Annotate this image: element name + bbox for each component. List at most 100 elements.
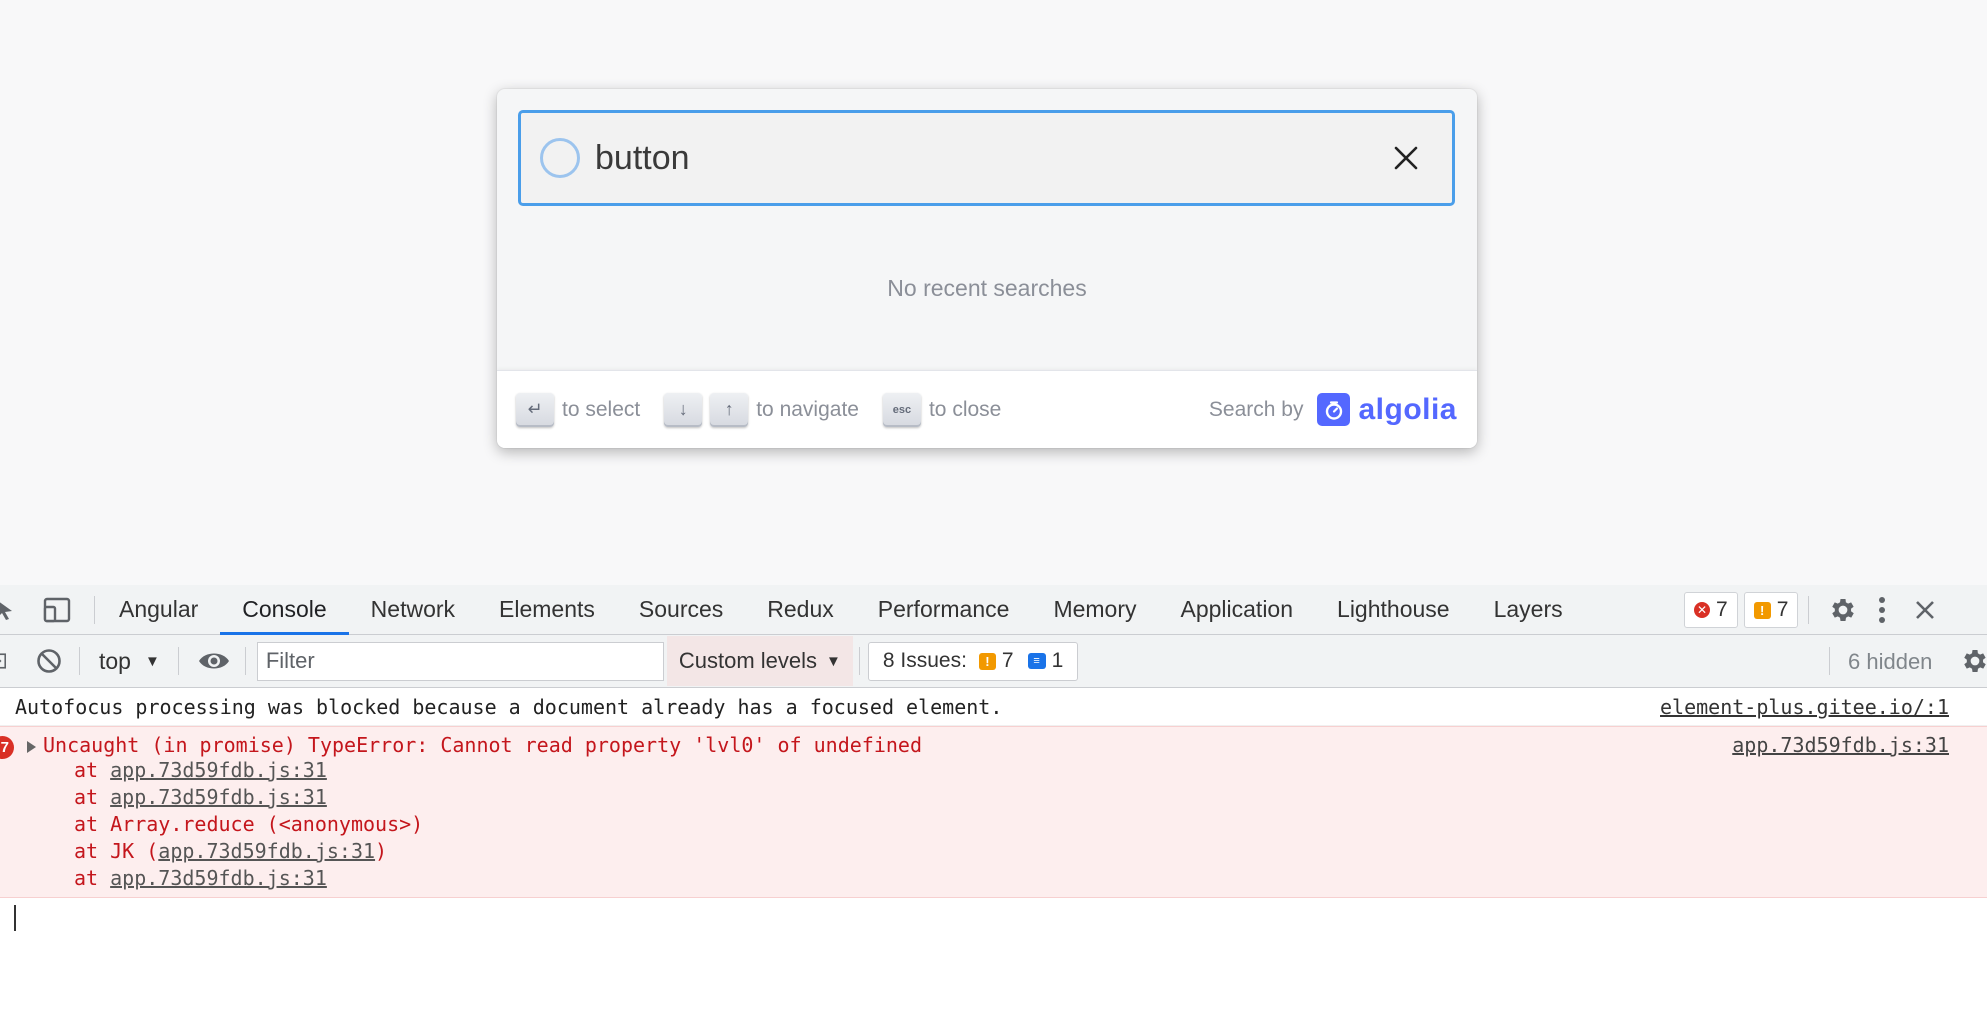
stack-source-link[interactable]: app.73d59fdb.js:31 — [110, 866, 327, 890]
issues-info-count: 1 — [1051, 649, 1064, 672]
close-icon — [1394, 146, 1418, 170]
dropdown-arrow-icon: ▼ — [144, 652, 160, 670]
arrow-up-key-icon: ↑ — [710, 392, 749, 427]
algolia-stopwatch-icon — [1317, 393, 1351, 426]
clear-console-icon[interactable] — [35, 647, 63, 675]
error-header[interactable]: Uncaught (in promise) TypeError: Cannot … — [28, 733, 922, 757]
stack-line-suffix: ) — [375, 839, 388, 863]
stack-source-link[interactable]: app.73d59fdb.js:31 — [110, 785, 327, 809]
tab-lighthouse[interactable]: Lighthouse — [1315, 585, 1472, 635]
stack-line: at app.73d59fdb.js:31 — [0, 784, 1987, 811]
tab-memory[interactable]: Memory — [1031, 585, 1158, 635]
live-expression-eye-icon[interactable] — [198, 650, 230, 672]
error-icon: ✕ — [1694, 602, 1710, 618]
issue-warning-icon: ! — [978, 652, 996, 670]
issue-info-icon: ≡ — [1027, 653, 1046, 669]
stack-source-link[interactable]: app.73d59fdb.js:31 — [158, 839, 375, 863]
stack-line: at Array.reduce (<anonymous>) — [0, 811, 1987, 838]
message-text: Autofocus processing was blocked because… — [15, 694, 1003, 719]
sidebar-toggle-icon[interactable] — [0, 649, 6, 673]
error-text: Uncaught (in promise) TypeError: Cannot … — [43, 733, 922, 757]
devtools-panel: Angular Console Network Elements Sources Redu… — [0, 585, 1987, 1013]
issues-button[interactable]: 8 Issues: ! 7 ≡ 1 — [867, 641, 1079, 681]
search-by-label: Search by — [1208, 397, 1304, 421]
tab-angular[interactable]: Angular — [97, 585, 220, 635]
modal-footer: ↵ to select ↓ ↑ to navigate esc to close… — [497, 370, 1477, 448]
stack-line: at JK (app.73d59fdb.js:31) — [0, 838, 1987, 865]
warning-count: 7 — [1776, 598, 1789, 621]
settings-gear-icon[interactable] — [1828, 595, 1858, 625]
log-levels-dropdown[interactable]: Custom levels ▼ — [666, 636, 853, 686]
hidden-messages-count: 6 hidden — [1848, 649, 1933, 674]
log-levels-label: Custom levels — [678, 648, 817, 673]
issues-label: 8 Issues: — [882, 649, 967, 672]
device-toolbar-icon[interactable] — [38, 595, 78, 625]
stack-line-prefix: at — [74, 758, 111, 782]
tab-network[interactable]: Network — [349, 585, 477, 635]
search-input[interactable] — [595, 128, 1376, 188]
stack-line-prefix: at — [74, 866, 111, 890]
search-modal: No recent searches ↵ to select ↓ ↑ to na… — [497, 89, 1477, 448]
algolia-logo: algolia — [1317, 393, 1457, 427]
expand-triangle-icon[interactable] — [27, 741, 36, 753]
console-toolbar: top ▼ Custom levels ▼ 8 Issues: ! 7 ≡ 1 … — [0, 635, 1987, 688]
dropdown-arrow-icon: ▼ — [826, 652, 841, 670]
error-source-link[interactable]: app.73d59fdb.js:31 — [1732, 733, 1949, 757]
clear-search-button[interactable] — [1376, 128, 1436, 188]
tab-layers[interactable]: Layers — [1472, 585, 1585, 635]
tab-console[interactable]: Console — [220, 585, 350, 635]
stack-line-prefix: at Array.reduce (<anonymous>) — [74, 812, 424, 836]
search-box[interactable] — [518, 110, 1455, 206]
tab-performance[interactable]: Performance — [856, 585, 1032, 635]
stack-line: at app.73d59fdb.js:31 — [0, 757, 1987, 784]
arrow-down-key-icon: ↓ — [664, 392, 703, 427]
close-hint: to close — [928, 397, 1002, 421]
issues-warning-count: 7 — [1001, 649, 1014, 672]
search-by-algolia-link[interactable]: Search by algolia — [1209, 393, 1457, 427]
stack-line-prefix: at — [74, 785, 111, 809]
warning-icon: ! — [1753, 601, 1771, 619]
esc-key-icon: esc — [882, 392, 921, 427]
console-output: Autofocus processing was blocked because… — [0, 688, 1987, 938]
page-backdrop: No recent searches ↵ to select ↓ ↑ to na… — [0, 0, 1987, 585]
text-caret — [14, 905, 16, 931]
console-message: Autofocus processing was blocked because… — [0, 688, 1987, 726]
tab-application[interactable]: Application — [1159, 585, 1316, 635]
tab-redux[interactable]: Redux — [745, 585, 855, 635]
error-count-badge[interactable]: ✕ 7 — [1684, 592, 1738, 628]
context-select[interactable]: top ▼ — [99, 648, 160, 675]
counts-group: ✕ 7 ! 7 — [1684, 592, 1936, 628]
stack-source-link[interactable]: app.73d59fdb.js:31 — [110, 758, 327, 782]
console-prompt[interactable] — [0, 898, 1987, 938]
empty-state-text: No recent searches — [887, 275, 1087, 301]
divider — [177, 647, 179, 675]
context-value: top — [99, 647, 131, 674]
divider — [79, 647, 80, 675]
error-count: 7 — [1716, 598, 1728, 621]
warning-count-badge[interactable]: ! 7 — [1743, 592, 1799, 628]
tab-elements[interactable]: Elements — [477, 585, 617, 635]
message-source-link[interactable]: element-plus.gitee.io/:1 — [1660, 695, 1949, 719]
stack-line: at app.73d59fdb.js:31 — [0, 865, 1987, 892]
enter-key-icon: ↵ — [516, 392, 554, 427]
filter-input[interactable] — [256, 641, 664, 681]
divider — [244, 647, 246, 675]
divider — [1829, 647, 1830, 675]
select-hint: to select — [562, 397, 641, 421]
divider — [858, 647, 860, 675]
loading-spinner-icon — [540, 138, 580, 178]
devtools-tabbar: Angular Console Network Elements Sources Redu… — [0, 585, 1987, 635]
close-devtools-icon[interactable] — [1914, 599, 1936, 621]
console-settings-gear-icon[interactable] — [1960, 646, 1987, 676]
navigate-hint: to navigate — [756, 397, 859, 421]
algolia-wordmark: algolia — [1358, 392, 1457, 426]
tab-sources[interactable]: Sources — [617, 585, 745, 635]
inspect-element-icon[interactable] — [0, 597, 16, 623]
panel-tabs: Angular Console Network Elements Sources Redu… — [97, 585, 1585, 635]
more-options-icon[interactable] — [1878, 596, 1886, 624]
console-error: 7 Uncaught (in promise) TypeError: Canno… — [0, 726, 1987, 898]
divider — [94, 595, 95, 624]
stack-trace: at app.73d59fdb.js:31 at app.73d59fdb.js:… — [0, 757, 1987, 892]
divider — [1808, 596, 1810, 624]
stack-line-prefix: at JK ( — [74, 839, 159, 863]
